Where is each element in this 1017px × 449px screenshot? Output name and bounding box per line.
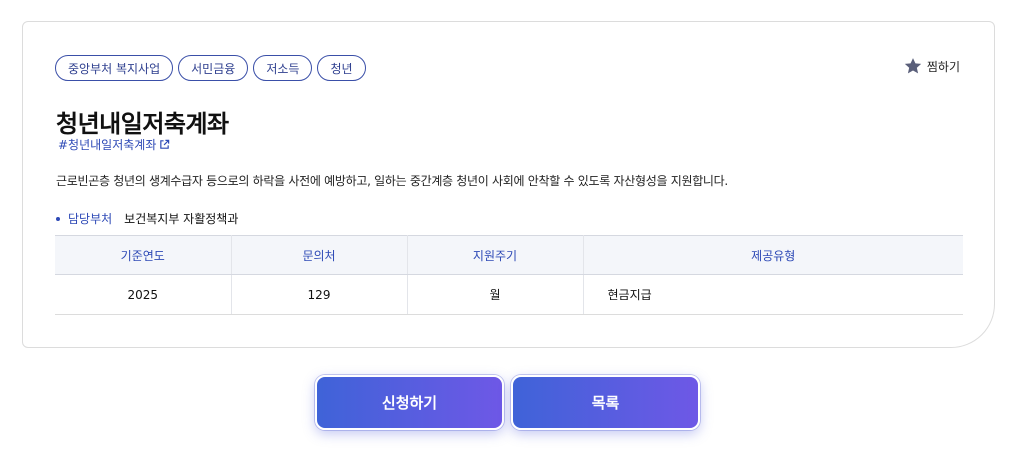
hashtag-text: #청년내일저축계좌 (58, 138, 157, 152)
tag-low-income[interactable]: 저소득 (253, 55, 313, 81)
cell-support-cycle: 월 (407, 274, 584, 315)
service-info-table: 기준연도 문의처 지원주기 제공유형 2025 129 월 현금지급 (55, 235, 963, 315)
external-link-icon (160, 139, 170, 149)
header-provision-type: 제공유형 (583, 235, 963, 275)
list-button[interactable]: 목록 (511, 375, 700, 430)
action-buttons: 신청하기 목록 (315, 375, 700, 430)
table-header-row: 기준연도 문의처 지원주기 제공유형 (55, 235, 963, 275)
hashtag-link[interactable]: #청년내일저축계좌 (58, 136, 170, 153)
header-base-year: 기준연도 (55, 235, 232, 275)
star-icon (904, 58, 922, 74)
tag-central-welfare[interactable]: 중앙부처 복지사업 (55, 55, 174, 81)
cell-contact: 129 (231, 274, 408, 315)
header-support-cycle: 지원주기 (407, 235, 584, 275)
cell-base-year: 2025 (55, 274, 232, 315)
tag-finance[interactable]: 서민금융 (178, 55, 249, 81)
bullet-dot (56, 216, 60, 221)
favorite-label: 찜하기 (926, 59, 960, 74)
department-value: 보건복지부 자활정책과 (124, 212, 239, 226)
tag-list: 중앙부처 복지사업 서민금융 저소득 청년 (55, 55, 366, 81)
service-description: 근로빈곤층 청년의 생계수급자 등으로의 하락을 사전에 예방하고, 일하는 중… (56, 174, 728, 188)
department-info: 담당부처 보건복지부 자활정책과 (56, 210, 238, 227)
apply-button[interactable]: 신청하기 (315, 375, 504, 430)
department-label: 담당부처 (68, 212, 113, 226)
page-title: 청년내일저축계좌 (56, 110, 229, 138)
service-detail-card: 중앙부처 복지사업 서민금융 저소득 청년 찜하기 청년내일저축계좌 #청년내일… (22, 21, 995, 348)
header-contact: 문의처 (231, 235, 408, 275)
tag-youth[interactable]: 청년 (317, 55, 366, 81)
table-row: 2025 129 월 현금지급 (55, 274, 963, 315)
favorite-button[interactable]: 찜하기 (903, 56, 960, 76)
cell-provision-type: 현금지급 (583, 274, 963, 315)
